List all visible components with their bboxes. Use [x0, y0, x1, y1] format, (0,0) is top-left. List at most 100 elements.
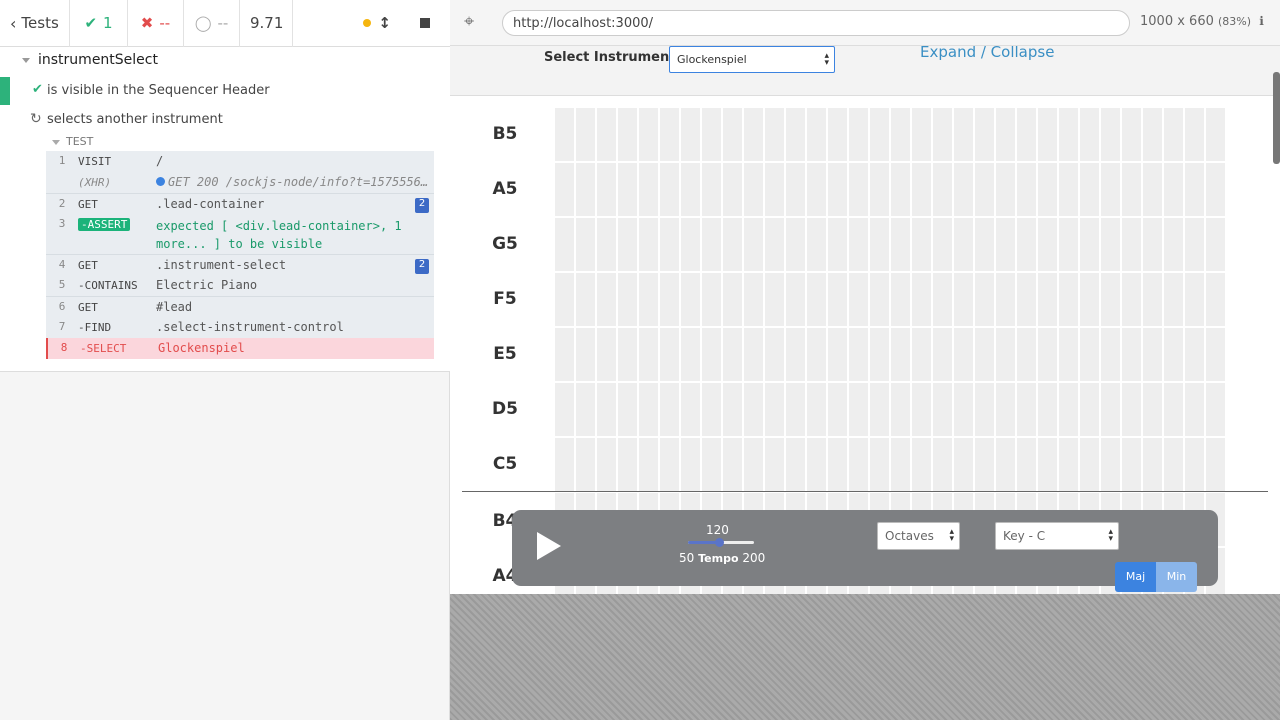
sequencer-cell[interactable]: [576, 328, 595, 381]
octaves-select[interactable]: Octaves ▴ ▾: [877, 522, 960, 550]
instrument-select[interactable]: Glockenspiel ▴ ▾: [669, 46, 835, 73]
sequencer-cell[interactable]: [702, 108, 721, 161]
sequencer-cell[interactable]: [1164, 328, 1183, 381]
sequencer-cell[interactable]: [1101, 108, 1120, 161]
sequencer-cell[interactable]: [1206, 163, 1225, 216]
sequencer-cell[interactable]: [1164, 163, 1183, 216]
sequencer-cell[interactable]: [828, 438, 847, 491]
sequencer-cell[interactable]: [870, 163, 889, 216]
sequencer-cell[interactable]: [555, 108, 574, 161]
sequencer-cell[interactable]: [996, 163, 1015, 216]
sequencer-cell[interactable]: [849, 273, 868, 326]
sequencer-cell[interactable]: [597, 438, 616, 491]
sequencer-cell[interactable]: [912, 108, 931, 161]
sequencer-cell[interactable]: [1059, 273, 1078, 326]
sequencer-cell[interactable]: [1038, 328, 1057, 381]
sequencer-cell[interactable]: [828, 163, 847, 216]
sequencer-cell[interactable]: [1017, 438, 1036, 491]
sequencer-cell[interactable]: [1164, 218, 1183, 271]
sequencer-cell[interactable]: [681, 273, 700, 326]
sequencer-cell[interactable]: [933, 273, 952, 326]
sequencer-cell[interactable]: [807, 383, 826, 436]
sequencer-cell[interactable]: [576, 108, 595, 161]
sequencer-cell[interactable]: [807, 108, 826, 161]
sequencer-cell[interactable]: [975, 328, 994, 381]
command-row[interactable]: (XHR) GET 200 /sockjs-node/info?t=157555…: [46, 172, 434, 193]
command-row[interactable]: 5 -CONTAINS Electric Piano: [46, 275, 434, 296]
sequencer-cell[interactable]: [912, 273, 931, 326]
sequencer-cell[interactable]: [618, 108, 637, 161]
sequencer-cell[interactable]: [1143, 273, 1162, 326]
sequencer-cell[interactable]: [1038, 218, 1057, 271]
sequencer-cell[interactable]: [975, 273, 994, 326]
sequencer-cell[interactable]: [765, 273, 784, 326]
sequencer-cell[interactable]: [1038, 273, 1057, 326]
sequencer-cell[interactable]: [828, 383, 847, 436]
sequencer-cell[interactable]: [1185, 328, 1204, 381]
sequencer-cell[interactable]: [597, 383, 616, 436]
sequencer-cell[interactable]: [933, 218, 952, 271]
sequencer-cell[interactable]: [723, 273, 742, 326]
stop-button[interactable]: [401, 0, 449, 47]
sequencer-cell[interactable]: [702, 328, 721, 381]
sequencer-cell[interactable]: [786, 328, 805, 381]
sequencer-cell[interactable]: [639, 218, 658, 271]
sequencer-cell[interactable]: [933, 163, 952, 216]
info-icon[interactable]: ℹ: [1259, 14, 1264, 28]
sequencer-cell[interactable]: [954, 438, 973, 491]
sequencer-cell[interactable]: [975, 218, 994, 271]
sequencer-cell[interactable]: [744, 108, 763, 161]
sequencer-cell[interactable]: [639, 383, 658, 436]
sequencer-cell[interactable]: [555, 328, 574, 381]
sequencer-cell[interactable]: [639, 438, 658, 491]
sequencer-cell[interactable]: [744, 438, 763, 491]
sequencer-cell[interactable]: [891, 163, 910, 216]
auto-scroll-toggle[interactable]: ↕: [293, 0, 401, 47]
sequencer-cell[interactable]: [576, 218, 595, 271]
sequencer-cell[interactable]: [639, 108, 658, 161]
sequencer-cell[interactable]: [618, 438, 637, 491]
sequencer-cell[interactable]: [765, 328, 784, 381]
sequencer-cell[interactable]: [702, 273, 721, 326]
tempo-slider[interactable]: [688, 538, 754, 547]
sequencer-cell[interactable]: [870, 383, 889, 436]
sequencer-cell[interactable]: [639, 273, 658, 326]
sequencer-cell[interactable]: [660, 383, 679, 436]
sequencer-cell[interactable]: [786, 108, 805, 161]
sequencer-cell[interactable]: [786, 273, 805, 326]
sequencer-cell[interactable]: [1080, 163, 1099, 216]
sequencer-cell[interactable]: [1017, 383, 1036, 436]
sequencer-cell[interactable]: [702, 438, 721, 491]
sequencer-cell[interactable]: [786, 383, 805, 436]
tempo-knob[interactable]: [715, 538, 725, 547]
sequencer-cell[interactable]: [912, 438, 931, 491]
sequencer-cell[interactable]: [1185, 273, 1204, 326]
sequencer-cell[interactable]: [849, 218, 868, 271]
sequencer-cell[interactable]: [1164, 383, 1183, 436]
command-row[interactable]: 6 GET #lead: [46, 296, 434, 317]
sequencer-cell[interactable]: [996, 273, 1015, 326]
sequencer-cell[interactable]: [807, 273, 826, 326]
sequencer-cell[interactable]: [954, 383, 973, 436]
sequencer-cell[interactable]: [912, 383, 931, 436]
test-running[interactable]: ↻ selects another instrument: [0, 106, 450, 134]
sequencer-cell[interactable]: [765, 438, 784, 491]
sequencer-cell[interactable]: [681, 438, 700, 491]
sequencer-cell[interactable]: [681, 383, 700, 436]
sequencer-cell[interactable]: [681, 218, 700, 271]
sequencer-cell[interactable]: [996, 328, 1015, 381]
sequencer-cell[interactable]: [786, 163, 805, 216]
sequencer-cell[interactable]: [912, 163, 931, 216]
sequencer-cell[interactable]: [1206, 273, 1225, 326]
sequencer-cell[interactable]: [996, 438, 1015, 491]
sequencer-cell[interactable]: [618, 383, 637, 436]
sequencer-cell[interactable]: [597, 108, 616, 161]
sequencer-cell[interactable]: [912, 218, 931, 271]
sequencer-cell[interactable]: [1017, 218, 1036, 271]
sequencer-cell[interactable]: [744, 328, 763, 381]
play-button[interactable]: [537, 532, 561, 560]
sequencer-cell[interactable]: [681, 108, 700, 161]
sequencer-cell[interactable]: [555, 438, 574, 491]
passed-count[interactable]: ✔ 1: [70, 0, 128, 47]
command-row[interactable]: 2 GET .lead-container 2: [46, 193, 434, 214]
